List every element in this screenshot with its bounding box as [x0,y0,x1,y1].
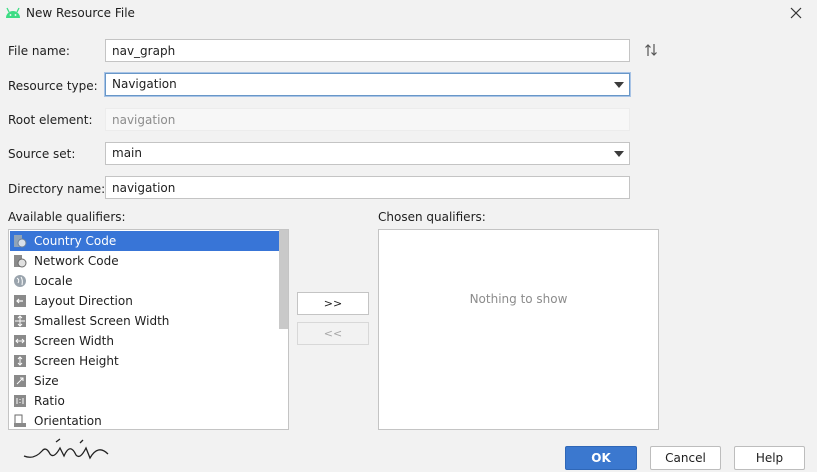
orientation-icon [14,414,26,427]
close-icon [790,7,802,19]
signature-logo-icon [23,438,109,460]
globe-icon [14,275,26,287]
available-qualifiers-list[interactable]: Country Code Network Code Locale Layout … [8,229,289,430]
list-item[interactable]: Network Code [10,251,288,271]
chosen-qualifiers-label: Chosen qualifiers: [378,210,486,224]
chevron-down-icon [614,82,624,88]
list-item[interactable]: Ratio [10,391,288,411]
source-set-value: main [112,146,142,160]
smallest-screen-width-icon [14,315,26,327]
list-item[interactable]: Screen Width [10,331,288,351]
cancel-button[interactable]: Cancel [650,446,721,470]
source-set-label: Source set: [8,147,76,161]
remove-qualifier-button[interactable]: << [297,322,369,345]
ratio-icon [14,395,26,407]
network-code-icon [14,255,27,268]
list-item[interactable]: Layout Direction [10,291,288,311]
screen-height-icon [14,355,26,367]
country-code-icon [14,235,27,248]
ok-button[interactable]: OK [565,446,637,470]
size-icon [14,375,26,387]
source-set-select[interactable]: main [105,142,630,165]
chevron-down-icon [614,151,624,157]
resource-type-value: Navigation [112,77,177,91]
list-scrollbar-thumb[interactable] [279,230,288,329]
list-item[interactable]: Orientation [10,411,288,429]
available-qualifiers-label: Available qualifiers: [8,210,126,224]
chosen-qualifiers-list[interactable]: Nothing to show [378,229,659,430]
file-name-label: File name: [8,44,70,58]
resource-type-label: Resource type: [8,79,98,93]
list-item[interactable]: Country Code [10,231,288,251]
file-name-input[interactable] [105,39,630,62]
title-bar: New Resource File [0,0,817,28]
android-icon [6,7,20,18]
resource-type-select[interactable]: Navigation [105,73,630,96]
window-title: New Resource File [26,6,135,20]
directory-name-label: Directory name: [8,182,106,196]
directory-name-input[interactable] [105,176,630,199]
root-element-label: Root element: [8,113,93,127]
screen-width-icon [14,335,26,347]
list-item[interactable]: Smallest Screen Width [10,311,288,331]
root-element-input [105,108,630,131]
layout-direction-icon [14,295,26,307]
list-item[interactable]: Size [10,371,288,391]
sort-swap-icon[interactable] [643,42,659,58]
add-qualifier-button[interactable]: >> [297,292,369,315]
list-item[interactable]: Screen Height [10,351,288,371]
list-item[interactable]: Locale [10,271,288,291]
close-button[interactable] [784,2,808,24]
help-button[interactable]: Help [734,446,805,470]
empty-state-text: Nothing to show [469,292,568,306]
